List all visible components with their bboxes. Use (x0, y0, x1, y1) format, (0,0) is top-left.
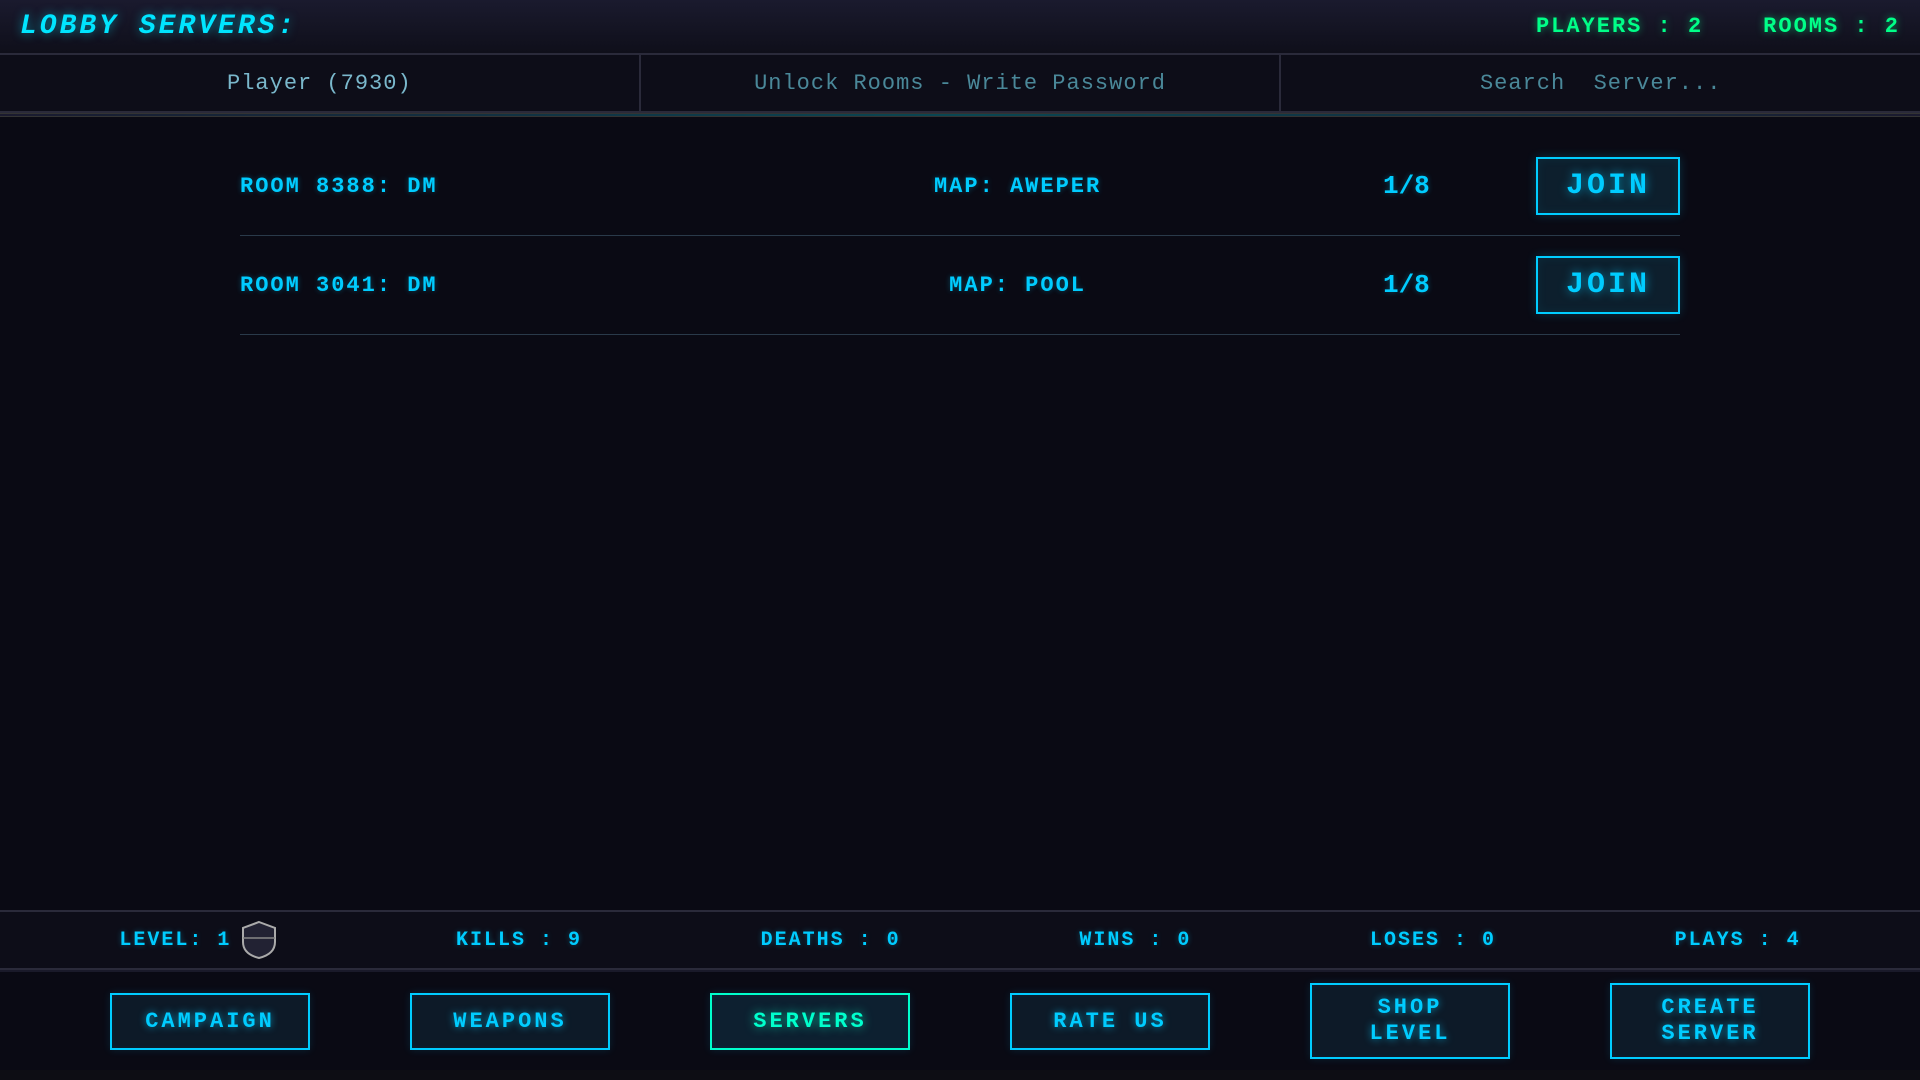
password-cell[interactable] (641, 55, 1282, 111)
create-server-line1: CREATE (1661, 995, 1758, 1021)
room-players: 1/8 (1277, 171, 1536, 201)
room-players: 1/8 (1277, 270, 1536, 300)
search-cell[interactable] (1281, 55, 1920, 111)
table-row: ROOM 3041: DM MAP: POOL 1/8 JOIN (240, 236, 1680, 335)
password-input[interactable] (641, 71, 1280, 96)
search-input[interactable] (1281, 71, 1920, 96)
second-row: Player (7930) (0, 55, 1920, 113)
room-map: MAP: POOL (758, 273, 1276, 298)
campaign-button[interactable]: CAMPAIGN (110, 993, 310, 1050)
level-stat: LEVEL: 1 (119, 920, 277, 960)
player-name-cell: Player (7930) (0, 55, 641, 111)
servers-button[interactable]: SERVERS (710, 993, 910, 1050)
shop-level-button[interactable]: SHOP LEVEL (1310, 983, 1510, 1060)
stats-bar: LEVEL: 1 KILLS : 9 DEATHS : 0 WINS : 0 L… (0, 910, 1920, 970)
player-name-label: Player (7930) (227, 71, 412, 96)
shield-icon (241, 920, 277, 960)
room-name: ROOM 3041: DM (240, 273, 758, 298)
loses-stat: LOSES : 0 (1370, 929, 1496, 952)
join-button[interactable]: JOIN (1536, 256, 1680, 314)
deaths-stat: DEATHS : 0 (761, 929, 901, 952)
main-content: ROOM 8388: DM MAP: AWEPER 1/8 JOIN ROOM … (0, 117, 1920, 910)
join-button[interactable]: JOIN (1536, 157, 1680, 215)
create-server-button[interactable]: CREATE SERVER (1610, 983, 1810, 1060)
level-label: LEVEL: 1 (119, 929, 231, 952)
top-header: LOBBY SERVERS: PLAYERS : 2 ROOMS : 2 (0, 0, 1920, 55)
players-count: PLAYERS : 2 (1536, 14, 1703, 39)
room-list: ROOM 8388: DM MAP: AWEPER 1/8 JOIN ROOM … (240, 137, 1680, 335)
bottom-nav: CAMPAIGN WEAPONS SERVERS RATE US SHOP LE… (0, 970, 1920, 1070)
room-map: MAP: AWEPER (758, 174, 1276, 199)
weapons-button[interactable]: WEAPONS (410, 993, 610, 1050)
plays-stat: PLAYS : 4 (1675, 929, 1801, 952)
wins-stat: WINS : 0 (1079, 929, 1191, 952)
create-server-line2: SERVER (1661, 1021, 1758, 1047)
rate-us-button[interactable]: RATE US (1010, 993, 1210, 1050)
rooms-count: ROOMS : 2 (1763, 14, 1900, 39)
lobby-title: LOBBY SERVERS: (20, 11, 297, 42)
shop-level-line2: LEVEL (1369, 1021, 1450, 1047)
kills-stat: KILLS : 9 (456, 929, 582, 952)
room-name: ROOM 8388: DM (240, 174, 758, 199)
header-stats: PLAYERS : 2 ROOMS : 2 (1536, 14, 1900, 39)
shop-level-line1: SHOP (1378, 995, 1443, 1021)
table-row: ROOM 8388: DM MAP: AWEPER 1/8 JOIN (240, 137, 1680, 236)
